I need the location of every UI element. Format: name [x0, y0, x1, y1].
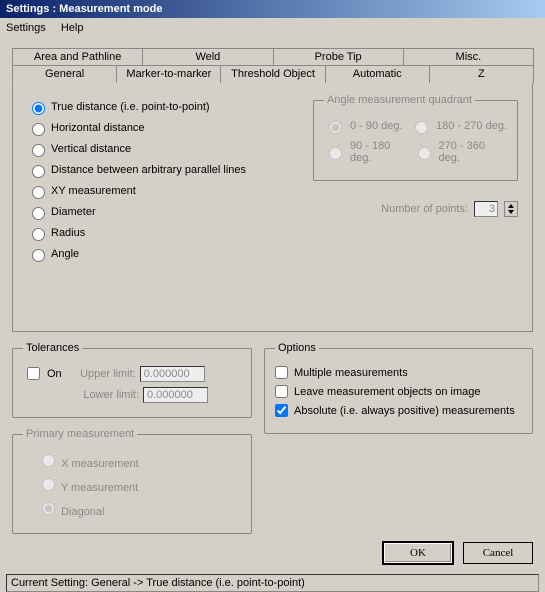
radio-parallel-lines-input[interactable]	[32, 165, 45, 178]
radio-q-0-90: 0 - 90 deg.	[324, 118, 403, 134]
tolerances-on-checkbox[interactable]	[27, 367, 40, 380]
radio-q-90-180: 90 - 180 deg.	[324, 140, 413, 164]
radio-xy-measurement[interactable]: XY measurement	[27, 183, 305, 199]
tab-marker-to-marker[interactable]: Marker-to-marker	[116, 65, 221, 83]
radio-radius-label: Radius	[51, 227, 85, 239]
radio-primary-diagonal-input	[42, 502, 55, 515]
tolerances-group: Tolerances On Upper limit: Lower limit:	[12, 342, 252, 418]
tab-automatic[interactable]: Automatic	[325, 65, 430, 83]
tab-probe-tip[interactable]: Probe Tip	[273, 48, 404, 65]
dialog-buttons: OK Cancel	[12, 534, 533, 568]
radio-horizontal-distance-input[interactable]	[32, 123, 45, 136]
radio-radius-input[interactable]	[32, 228, 45, 241]
tab-area-pathline[interactable]: Area and Pathline	[12, 48, 143, 65]
radio-q-180-270: 180 - 270 deg.	[410, 118, 507, 134]
menu-help[interactable]: Help	[61, 22, 84, 34]
lower-limit-label: Lower limit:	[69, 389, 139, 401]
tab-content-general: True distance (i.e. point-to-point) Hori…	[12, 82, 533, 332]
leave-objects-checkbox[interactable]	[275, 385, 288, 398]
menubar: Settings Help	[0, 18, 545, 38]
measurement-mode-radios: True distance (i.e. point-to-point) Hori…	[27, 94, 305, 267]
radio-radius[interactable]: Radius	[27, 225, 305, 241]
radio-vertical-distance-input[interactable]	[32, 144, 45, 157]
radio-angle-input[interactable]	[32, 249, 45, 262]
tab-weld[interactable]: Weld	[142, 48, 273, 65]
tab-z[interactable]: Z	[429, 65, 534, 83]
radio-horizontal-distance-label: Horizontal distance	[51, 122, 145, 134]
radio-primary-y-input	[42, 478, 55, 491]
angle-quadrant-group: Angle measurement quadrant 0 - 90 deg. 1…	[313, 94, 518, 181]
radio-diameter-label: Diameter	[51, 206, 96, 218]
tab-general[interactable]: General	[12, 65, 117, 83]
radio-true-distance-input[interactable]	[32, 102, 45, 115]
radio-primary-y: Y measurement	[37, 475, 241, 494]
radio-true-distance-label: True distance (i.e. point-to-point)	[51, 101, 210, 113]
radio-diameter-input[interactable]	[32, 207, 45, 220]
radio-primary-x-input	[42, 454, 55, 467]
options-group: Options Multiple measurements Leave meas…	[264, 342, 533, 434]
radio-primary-diagonal: Diagonal	[37, 499, 241, 518]
radio-xy-measurement-label: XY measurement	[51, 185, 136, 197]
primary-measurement-group: Primary measurement X measurement Y meas…	[12, 428, 252, 534]
number-of-points-spinner	[504, 201, 518, 217]
tolerances-on-label: On	[47, 368, 62, 380]
radio-parallel-lines-label: Distance between arbitrary parallel line…	[51, 164, 246, 176]
upper-limit-input	[140, 366, 205, 382]
radio-q-180-270-input	[415, 121, 428, 134]
radio-q-0-90-input	[329, 121, 342, 134]
tabrow-bottom: General Marker-to-marker Threshold Objec…	[12, 65, 533, 83]
absolute-checkbox[interactable]	[275, 404, 288, 417]
ok-button[interactable]: OK	[383, 542, 453, 564]
cancel-button[interactable]: Cancel	[463, 542, 533, 564]
multiple-measurements-label: Multiple measurements	[294, 367, 408, 379]
lower-limit-input	[143, 387, 208, 403]
tolerances-legend: Tolerances	[23, 342, 82, 354]
menu-settings[interactable]: Settings	[6, 22, 46, 34]
radio-vertical-distance-label: Vertical distance	[51, 143, 131, 155]
radio-q-270-360: 270 - 360 deg.	[413, 140, 507, 164]
options-legend: Options	[275, 342, 319, 354]
number-of-points: Number of points:	[305, 201, 518, 217]
radio-angle[interactable]: Angle	[27, 246, 305, 262]
absolute-label: Absolute (i.e. always positive) measurem…	[294, 405, 515, 417]
number-of-points-label: Number of points:	[381, 203, 468, 215]
leave-objects-label: Leave measurement objects on image	[294, 386, 481, 398]
multiple-measurements-checkbox[interactable]	[275, 366, 288, 379]
radio-q-90-180-input	[329, 147, 342, 160]
radio-q-270-360-input	[418, 147, 431, 160]
radio-vertical-distance[interactable]: Vertical distance	[27, 141, 305, 157]
tabrow-top: Area and Pathline Weld Probe Tip Misc.	[12, 48, 533, 65]
primary-measurement-legend: Primary measurement	[23, 428, 137, 440]
radio-xy-measurement-input[interactable]	[32, 186, 45, 199]
radio-diameter[interactable]: Diameter	[27, 204, 305, 220]
tab-misc[interactable]: Misc.	[403, 48, 534, 65]
angle-quadrant-legend: Angle measurement quadrant	[324, 94, 475, 106]
radio-primary-x: X measurement	[37, 451, 241, 470]
number-of-points-input	[474, 201, 498, 217]
status-bar: Current Setting: General -> True distanc…	[6, 574, 539, 592]
window-title: Settings : Measurement mode	[0, 0, 545, 18]
radio-parallel-lines[interactable]: Distance between arbitrary parallel line…	[27, 162, 305, 178]
radio-angle-label: Angle	[51, 248, 79, 260]
radio-true-distance[interactable]: True distance (i.e. point-to-point)	[27, 99, 305, 115]
tab-threshold-object[interactable]: Threshold Object	[220, 65, 325, 83]
radio-horizontal-distance[interactable]: Horizontal distance	[27, 120, 305, 136]
upper-limit-label: Upper limit:	[66, 368, 136, 380]
